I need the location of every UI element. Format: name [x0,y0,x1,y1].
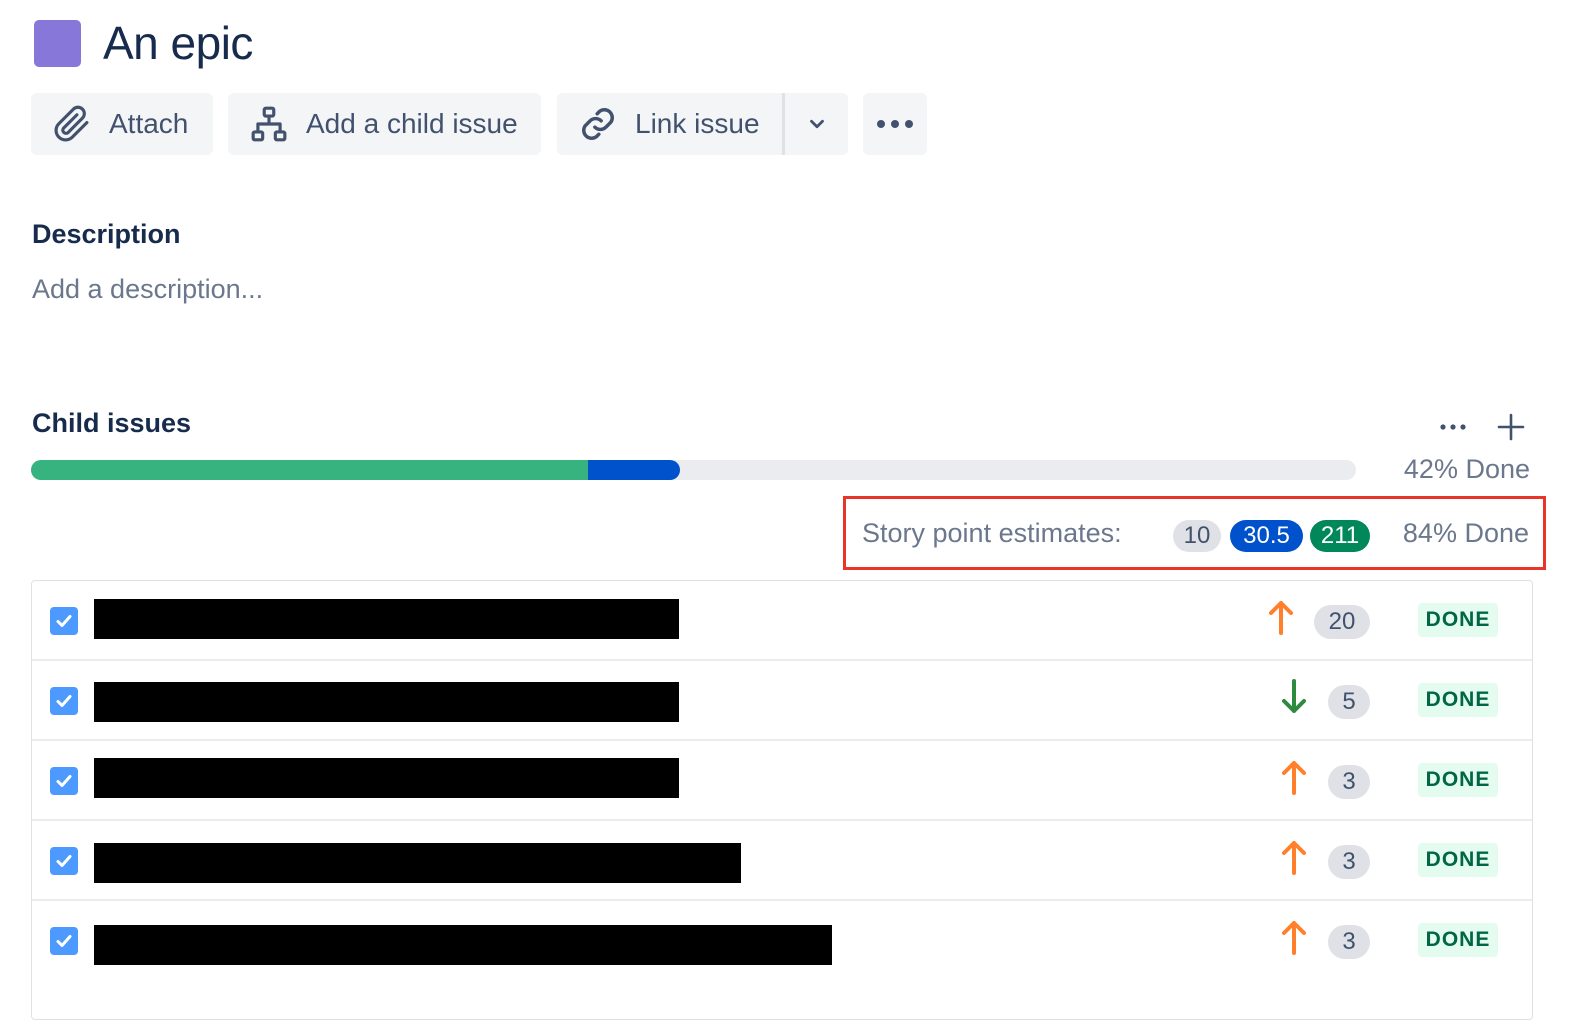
status-badge[interactable]: DONE [1418,763,1498,797]
add-child-issue-label: Add a child issue [306,108,518,139]
priority-high-icon [1282,921,1306,955]
issue-type-checkbox-icon [50,847,78,875]
priority-high-icon [1282,761,1306,795]
progress-percent-label: 42% Done [1403,454,1530,484]
story-points-badge: 3 [1328,765,1370,799]
paperclip-icon [54,105,89,142]
hierarchy-icon [251,106,287,142]
child-issues-list: 20 DONE 5 DONE 3 DONE 3 DONE 3 DONE [31,580,1533,1020]
link-issue-label: Link issue [635,108,760,139]
attach-button[interactable]: Attach [31,93,213,155]
progress-in-progress-segment [587,460,681,480]
link-issue-button[interactable]: Link issue [557,93,783,155]
add-child-icon[interactable] [1494,410,1528,444]
table-row[interactable]: 20 DONE [32,581,1532,661]
issue-type-checkbox-icon [50,927,78,955]
more-icon [877,120,913,128]
status-badge[interactable]: DONE [1418,843,1498,877]
story-points-badge: 5 [1328,685,1370,719]
status-badge[interactable]: DONE [1418,603,1498,637]
redacted-summary[interactable] [94,758,679,798]
table-row[interactable]: 3 DONE [32,901,1532,981]
status-badge[interactable]: DONE [1418,923,1498,957]
link-issue-dropdown-button[interactable] [785,93,848,155]
chevron-down-icon [809,119,824,129]
story-points-badge: 20 [1314,605,1370,639]
redacted-summary[interactable] [94,843,741,883]
issue-type-checkbox-icon [50,767,78,795]
issue-type-checkbox-icon [50,687,78,715]
redacted-summary[interactable] [94,925,832,965]
child-issues-more-icon[interactable] [1436,410,1470,444]
table-row[interactable]: 5 DONE [32,661,1532,741]
story-point-estimates: Story point estimates: 10 30.5 211 84% D… [843,496,1546,570]
priority-high-icon [1269,601,1293,635]
story-points-todo-badge: 10 [1173,520,1221,552]
story-points-in-progress-badge: 30.5 [1230,520,1303,552]
story-points-badge: 3 [1328,845,1370,879]
story-points-badge: 3 [1328,925,1370,959]
link-icon [582,108,614,140]
epic-icon [34,20,81,67]
description-heading: Description [32,219,181,249]
status-badge[interactable]: DONE [1418,683,1498,717]
attach-label: Attach [109,108,189,139]
redacted-summary[interactable] [94,682,679,722]
issue-type-checkbox-icon [50,607,78,635]
add-child-issue-button[interactable]: Add a child issue [228,93,541,155]
redacted-summary[interactable] [94,599,679,639]
priority-high-icon [1282,841,1306,875]
table-row[interactable]: 3 DONE [32,741,1532,821]
story-points-percent-label: 84% Done [1402,518,1529,548]
story-points-done-badge: 211 [1310,520,1370,552]
priority-low-icon [1282,679,1306,713]
description-field[interactable]: Add a description... [32,274,263,305]
child-issues-progress-bar [31,460,1356,480]
story-point-label: Story point estimates: [862,518,1122,548]
progress-done-segment [31,460,588,480]
page-title[interactable]: An epic [103,14,253,72]
child-issues-heading: Child issues [32,408,192,438]
table-row[interactable]: 3 DONE [32,821,1532,901]
more-actions-button[interactable] [863,93,927,155]
